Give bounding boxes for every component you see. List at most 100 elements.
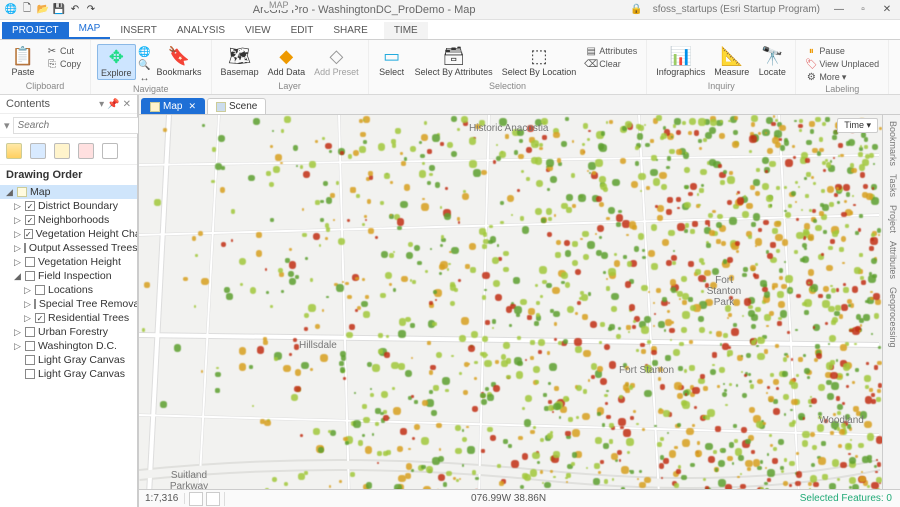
list-editing-button[interactable] xyxy=(78,143,94,159)
dock-tab-bookmarks[interactable]: Bookmarks xyxy=(885,121,898,166)
qat-new[interactable]: 🗋 xyxy=(20,3,34,17)
pause-labeling-button[interactable]: ⏸Pause xyxy=(805,45,845,57)
contents-close-button[interactable]: ✕ xyxy=(123,99,131,110)
view-unplaced-button[interactable]: 🏷View Unplaced xyxy=(805,58,879,70)
dock-tab-attributes[interactable]: Attributes xyxy=(885,241,898,279)
toc-layer-neighborhoods[interactable]: ▷✓Neighborhoods xyxy=(0,213,137,227)
table-select-icon: 🗃 xyxy=(442,45,466,67)
basemap-icon: 🗺 xyxy=(228,45,252,67)
signin-label[interactable]: sfoss_startups (Esri Startup Program) xyxy=(649,4,824,15)
select-by-location-button[interactable]: ⬚ Select By Location xyxy=(499,44,580,78)
contents-autohide-button[interactable]: 📌 xyxy=(107,99,119,110)
context-group-label: MAP xyxy=(263,0,295,10)
toc-layer-str[interactable]: ▷Special Tree Removals xyxy=(0,297,137,311)
tab-edit[interactable]: EDIT xyxy=(281,22,324,39)
infographics-button[interactable]: 📊 Infographics xyxy=(653,44,708,78)
toc-layer-oat[interactable]: ▷Output Assessed Trees xyxy=(0,241,137,255)
contextual-tab-group: MAP xyxy=(263,0,295,10)
group-label: Selection xyxy=(489,81,526,92)
ribbon-group-labeling: ⏸Pause 🏷View Unplaced ⚙More ▾ Labeling xyxy=(796,40,889,94)
map-icon xyxy=(150,102,160,112)
map-icon xyxy=(17,187,27,197)
toc-layer-district[interactable]: ▷✓District Boundary xyxy=(0,199,137,213)
qat-save[interactable]: 💾 xyxy=(52,3,66,17)
pause-icon: ⏸ xyxy=(805,45,817,57)
scene-icon xyxy=(216,102,226,112)
qat-open[interactable]: 📂 xyxy=(36,3,50,17)
tab-time[interactable]: TIME xyxy=(384,22,428,39)
list-selection-button[interactable] xyxy=(54,143,70,159)
toc-layer-locations[interactable]: ▷Locations xyxy=(0,283,137,297)
restore-button[interactable]: ▫ xyxy=(854,4,872,15)
view-tab-scene[interactable]: Scene xyxy=(207,98,266,114)
clear-button[interactable]: ⌫Clear xyxy=(585,58,621,70)
filter-icon[interactable]: ▾ xyxy=(4,119,10,132)
nav-fixed-zoom[interactable]: 🔍 xyxy=(139,59,151,71)
workspace: Contents ▾ 📌 ✕ ▾ 🔍 Drawing Order ◢Map ▷✓… xyxy=(0,95,900,507)
view-tab-map[interactable]: Map✕ xyxy=(141,98,205,114)
paste-button[interactable]: 📋 Paste xyxy=(6,44,40,78)
add-data-button[interactable]: ◆ Add Data xyxy=(265,44,309,78)
dock-tab-project[interactable]: Project xyxy=(885,205,898,233)
measure-button[interactable]: 📐 Measure xyxy=(711,44,752,78)
toc-layer-rt[interactable]: ▷✓Residential Trees xyxy=(0,311,137,325)
bookmark-icon: 🔖 xyxy=(167,45,191,67)
toc-layer-lgc1[interactable]: Light Gray Canvas xyxy=(0,353,137,367)
ribbon-group-layer: 🗺 Basemap ◆ Add Data ◇ Add Preset Layer xyxy=(212,40,369,94)
scale-display[interactable]: 1:7,316 xyxy=(139,493,185,504)
nav-full-extent[interactable]: 🌐 xyxy=(139,46,151,58)
toc-layer-uf[interactable]: ▷Urban Forestry xyxy=(0,325,137,339)
qat-undo[interactable]: ↶ xyxy=(68,3,82,17)
tab-project[interactable]: PROJECT xyxy=(2,22,69,39)
time-slider-button[interactable]: Time ▾ xyxy=(837,118,878,133)
add-preset-button[interactable]: ◇ Add Preset xyxy=(311,44,362,78)
toc-map-node[interactable]: ◢Map xyxy=(0,185,137,199)
toc-layer-fi[interactable]: ◢Field Inspection xyxy=(0,269,137,283)
contents-menu-button[interactable]: ▾ xyxy=(99,99,104,110)
locate-button[interactable]: 🔭 Locate xyxy=(755,44,789,78)
ribbon: 📋 Paste ✂Cut ⎘Copy Clipboard ✥ Explore 🌐… xyxy=(0,40,900,95)
close-button[interactable]: ✕ xyxy=(878,4,896,15)
select-icon: ▭ xyxy=(380,45,404,67)
zoom-icon: 🔍 xyxy=(139,59,151,71)
copy-button[interactable]: ⎘Copy xyxy=(46,58,81,70)
toc-layer-wdc[interactable]: ▷Washington D.C. xyxy=(0,339,137,353)
title-bar: 🌐 🗋 📂 💾 ↶ ↷ ArcGIS Pro - WashingtonDC_Pr… xyxy=(0,0,900,20)
attributes-button[interactable]: ▤Attributes xyxy=(585,45,637,57)
list-drawing-order-button[interactable] xyxy=(6,143,22,159)
bookmarks-button[interactable]: 🔖 Bookmarks xyxy=(154,44,205,78)
close-tab-icon[interactable]: ✕ xyxy=(188,101,196,112)
tab-insert[interactable]: INSERT xyxy=(110,22,167,39)
dock-tab-tasks[interactable]: Tasks xyxy=(885,174,898,197)
select-by-attributes-button[interactable]: 🗃 Select By Attributes xyxy=(412,44,496,78)
nav-prev-extent[interactable]: ↔ xyxy=(139,72,151,84)
toc-layer-lgc2[interactable]: Light Gray Canvas xyxy=(0,367,137,381)
sb-pause-drawing[interactable] xyxy=(189,492,203,506)
toc-layer-vhc[interactable]: ▷✓Vegetation Height Change xyxy=(0,227,137,241)
tab-analysis[interactable]: ANALYSIS xyxy=(167,22,235,39)
tab-view[interactable]: VIEW xyxy=(235,22,281,39)
minimize-button[interactable]: — xyxy=(830,4,848,15)
tab-map[interactable]: MAP xyxy=(69,20,111,39)
sb-refresh[interactable] xyxy=(206,492,220,506)
arrow-icon: ↔ xyxy=(139,72,151,84)
tab-share[interactable]: SHARE xyxy=(323,22,377,39)
dock-tab-geoprocessing[interactable]: Geoprocessing xyxy=(885,287,898,348)
contents-search-input[interactable] xyxy=(13,117,157,134)
basemap-button[interactable]: 🗺 Basemap xyxy=(218,44,262,78)
explore-button[interactable]: ✥ Explore xyxy=(97,44,136,80)
more-labeling-button[interactable]: ⚙More ▾ xyxy=(805,71,846,83)
map-canvas[interactable]: Historic Anacostia Hillsdale Fort Stanto… xyxy=(139,115,900,489)
toc-layer-vh[interactable]: ▷Vegetation Height xyxy=(0,255,137,269)
list-source-button[interactable] xyxy=(30,143,46,159)
list-snapping-button[interactable] xyxy=(102,143,118,159)
select-button[interactable]: ▭ Select xyxy=(375,44,409,78)
tag-icon: 🏷 xyxy=(805,58,817,70)
cut-button[interactable]: ✂Cut xyxy=(46,45,74,57)
coordinate-display: 076.99W 38.86N xyxy=(225,493,791,504)
contents-pane: Contents ▾ 📌 ✕ ▾ 🔍 Drawing Order ◢Map ▷✓… xyxy=(0,95,138,507)
selected-features-display: Selected Features: 0 xyxy=(792,493,900,504)
map-view-container: Map✕ Scene xyxy=(138,95,900,507)
selection-small: ▤Attributes ⌫Clear xyxy=(582,44,640,71)
qat-redo[interactable]: ↷ xyxy=(84,3,98,17)
